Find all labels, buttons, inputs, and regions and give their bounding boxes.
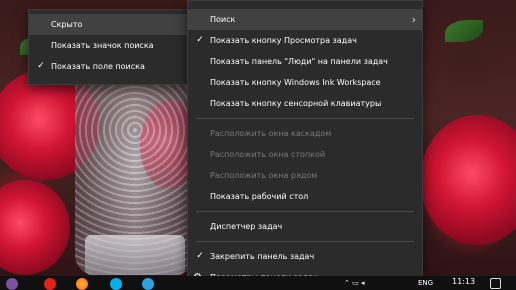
submenu-item-show-search-box[interactable]: ✓ Показать поле поиска [29,56,189,77]
menu-item-label: Показать кнопку сенсорной клавиатуры [210,99,382,108]
yandex-icon[interactable] [44,278,56,290]
tray-icons[interactable]: ⌃ ▭ ◂ [344,276,404,290]
desktop-screen: Скрыто Показать значок поиска ✓ Показать… [0,0,516,290]
menu-item-lock-taskbar[interactable]: ✓ Закрепить панель задач [188,246,422,267]
menu-item-label: Показать кнопку Просмотра задач [210,36,357,45]
menu-item-show-task-view[interactable]: ✓ Показать кнопку Просмотра задач [188,30,422,51]
menu-item-search[interactable]: Поиск › [188,9,422,30]
menu-separator [196,118,414,119]
menu-item-label: Показать панель "Люди" на панели задач [210,57,388,66]
volume-icon[interactable]: ◂ [361,279,365,287]
menu-item-show-people[interactable]: Показать панель "Люди" на панели задач [188,51,422,72]
submenu-item-show-search-icon[interactable]: Показать значок поиска [29,35,189,56]
menu-item-show-ink-workspace[interactable]: Показать кнопку Windows Ink Workspace [188,72,422,93]
firefox-icon[interactable] [76,278,88,290]
menu-item-task-manager[interactable]: Диспетчер задач [188,216,422,237]
menu-item-show-touch-keyboard[interactable]: Показать кнопку сенсорной клавиатуры [188,93,422,114]
checkmark-icon: ✓ [37,61,45,71]
menu-separator [196,211,414,212]
menu-item-label: Расположить окна каскадом [210,129,332,138]
menu-item-label: Закрепить панель задач [210,252,315,261]
submenu-item-label: Показать значок поиска [51,41,154,50]
taskbar-clock[interactable]: 11:13 [452,276,475,288]
chevron-up-icon[interactable]: ⌃ [344,279,350,287]
menu-item-side-by-side-windows: Расположить окна рядом [188,165,422,186]
chevron-right-icon: › [411,13,416,26]
language-indicator[interactable]: ENG [418,276,433,290]
menu-item-label: Показать рабочий стол [210,192,309,201]
network-icon[interactable]: ▭ [352,279,359,287]
menu-item-label: Расположить окна стопкой [210,150,326,159]
menu-item-show-desktop[interactable]: Показать рабочий стол [188,186,422,207]
viber-icon[interactable] [6,278,18,290]
search-submenu: Скрыто Показать значок поиска ✓ Показать… [28,9,190,85]
checkmark-icon: ✓ [196,251,204,261]
checkmark-icon: ✓ [196,35,204,45]
menu-item-cascade-windows: Расположить окна каскадом [188,123,422,144]
menu-item-label: Показать кнопку Windows Ink Workspace [210,78,381,87]
notifications-icon[interactable] [490,278,501,289]
taskbar-context-menu: Поиск › ✓ Показать кнопку Просмотра зада… [187,0,423,290]
menu-item-label: Диспетчер задач [210,222,283,231]
menu-item-stack-windows: Расположить окна стопкой [188,144,422,165]
skype-icon[interactable] [110,278,122,290]
taskbar: ⌃ ▭ ◂ ENG [0,276,516,290]
submenu-item-hidden[interactable]: Скрыто [29,14,189,35]
submenu-item-label: Показать поле поиска [51,62,145,71]
menu-item-label: Расположить окна рядом [210,171,318,180]
wallpaper-glass-base [85,235,185,275]
submenu-item-label: Скрыто [51,20,83,29]
menu-item-label: Поиск [210,15,236,24]
menu-separator [196,241,414,242]
telegram-icon[interactable] [142,278,154,290]
